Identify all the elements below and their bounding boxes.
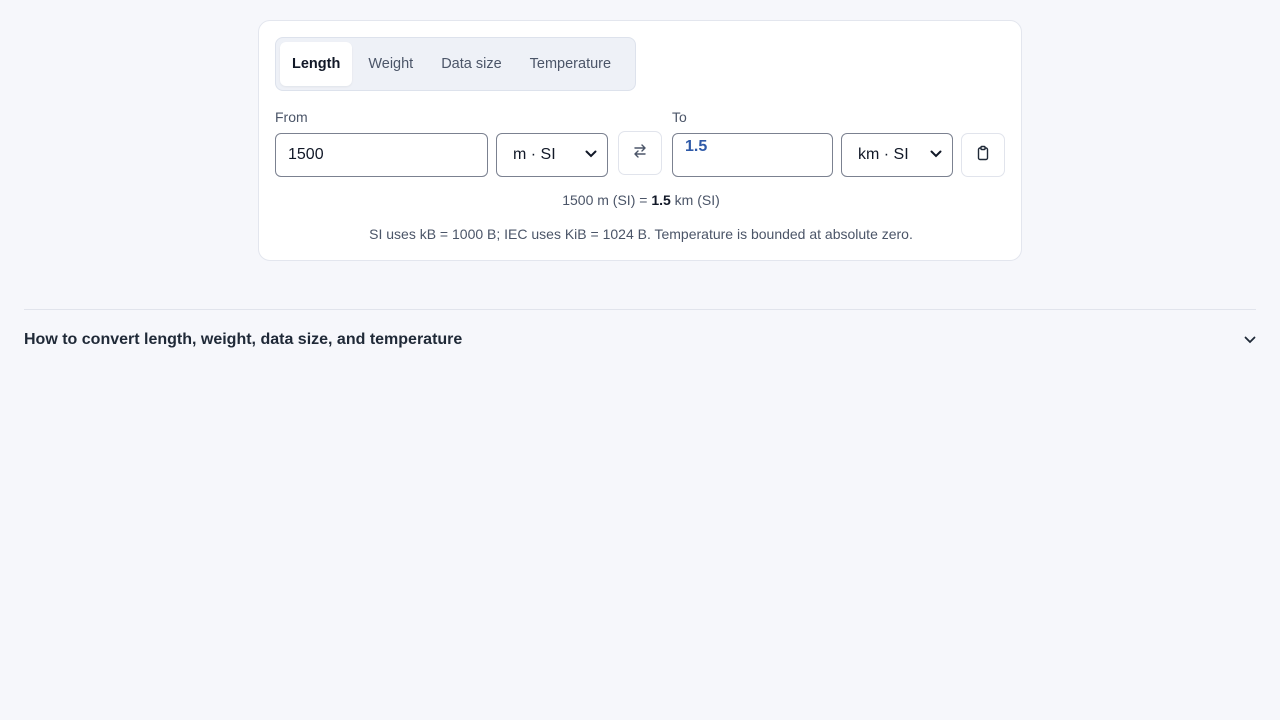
swap-units-button[interactable] xyxy=(618,131,662,175)
chevron-down-icon xyxy=(930,149,942,161)
from-unit-select[interactable]: m · SI xyxy=(496,133,608,177)
tab-data-size[interactable]: Data size xyxy=(429,42,513,86)
units-note: SI uses kB = 1000 B; IEC uses KiB = 1024… xyxy=(369,226,913,242)
chevron-down-icon xyxy=(585,149,597,161)
swap-arrows-icon xyxy=(632,143,648,164)
faq-title: How to convert length, weight, data size… xyxy=(24,331,463,348)
summary-to: km (SI) xyxy=(674,192,720,208)
unit-category-tabs: Length Weight Data size Temperature xyxy=(275,37,636,91)
copy-result-button[interactable] xyxy=(961,133,1005,177)
from-label: From xyxy=(275,109,308,125)
tab-temperature[interactable]: Temperature xyxy=(518,42,623,86)
summary-result-value: 1.5 xyxy=(651,192,671,208)
conversion-summary: 1500 m (SI) = 1.5 km (SI) xyxy=(259,192,1023,208)
faq-accordion-header[interactable]: How to convert length, weight, data size… xyxy=(24,326,1256,354)
from-value-input[interactable] xyxy=(275,133,488,177)
to-value-output[interactable]: 1.5 xyxy=(672,133,833,177)
tab-weight[interactable]: Weight xyxy=(356,42,425,86)
to-label: To xyxy=(672,109,687,125)
tab-length[interactable]: Length xyxy=(280,42,353,86)
from-unit-value: m · SI xyxy=(513,146,556,163)
chevron-down-icon xyxy=(1244,331,1256,349)
to-unit-value: km · SI xyxy=(858,146,909,163)
clipboard-icon xyxy=(975,145,991,166)
to-unit-select[interactable]: km · SI xyxy=(841,133,953,177)
faq-divider xyxy=(24,309,1256,310)
converter-card: Length Weight Data size Temperature From… xyxy=(258,20,1022,261)
summary-from: 1500 m (SI) = xyxy=(562,192,648,208)
